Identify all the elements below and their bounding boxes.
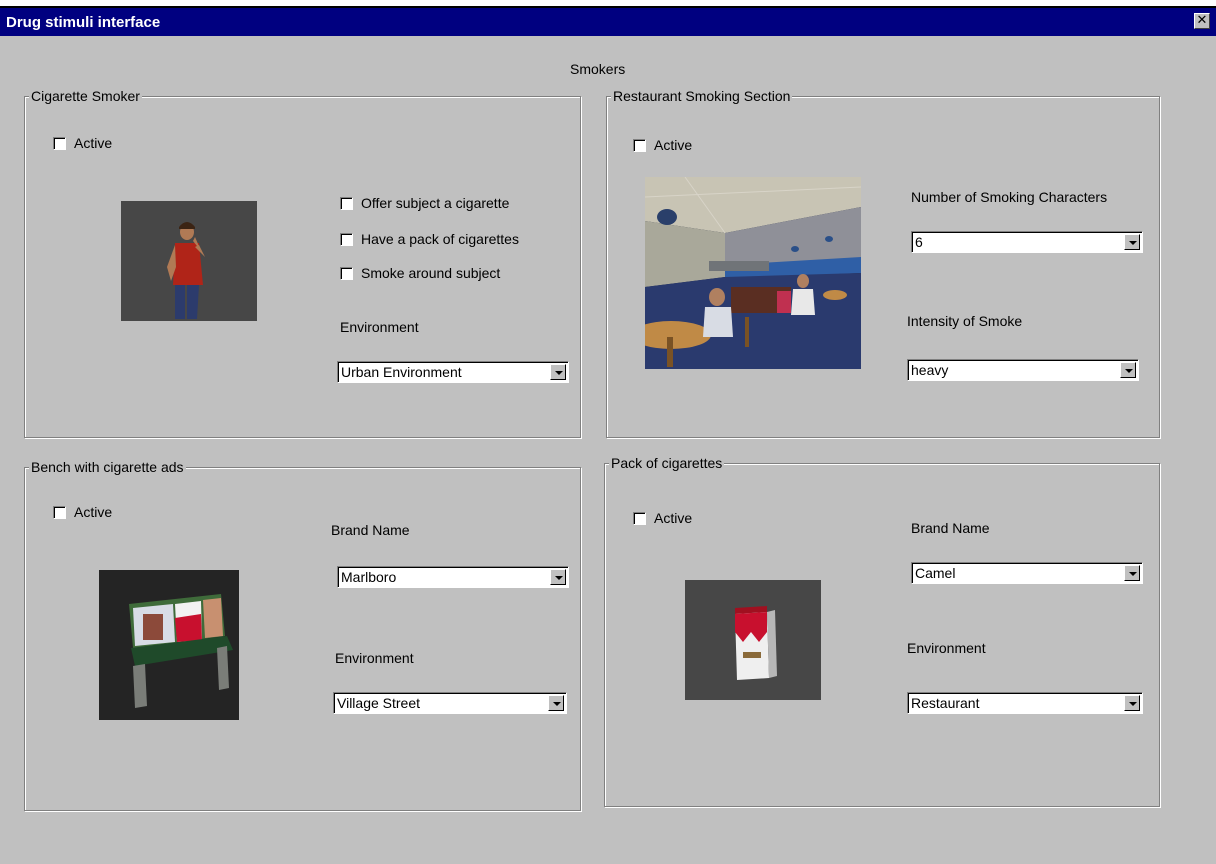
select-value: Camel (915, 565, 956, 581)
checkbox-box[interactable] (340, 266, 353, 280)
checkbox-label: Active (74, 504, 113, 520)
checkbox-box[interactable] (340, 196, 353, 210)
cigarette-smoker-group: Cigarette Smoker Active Offer subject a … (24, 88, 581, 438)
select-value: 6 (915, 234, 923, 250)
bench-active-checkbox[interactable]: Active (53, 504, 112, 520)
checkbox-label: Active (654, 137, 693, 153)
restaurant-smoking-group: Restaurant Smoking Section Active Number… (606, 88, 1160, 438)
group-legend: Bench with cigarette ads (29, 459, 186, 475)
section-heading: Smokers (570, 61, 626, 77)
num-characters-label: Number of Smoking Characters (911, 189, 1108, 205)
brand-name-label: Brand Name (331, 522, 410, 538)
select-value: Urban Environment (341, 364, 462, 380)
dropdown-arrow-icon[interactable] (548, 695, 564, 711)
cigarette-smoker-active-checkbox[interactable]: Active (53, 135, 112, 151)
dropdown-arrow-icon[interactable] (550, 364, 566, 380)
offer-cigarette-checkbox[interactable]: Offer subject a cigarette (340, 195, 509, 211)
select-value: heavy (911, 362, 949, 378)
select-value: Marlboro (341, 569, 397, 585)
dropdown-arrow-icon[interactable] (550, 569, 566, 585)
smoker-character-image (121, 201, 257, 321)
intensity-select[interactable]: heavy (907, 359, 1139, 381)
pack-active-checkbox[interactable]: Active (633, 510, 692, 526)
select-value: Village Street (337, 695, 421, 711)
checkbox-label: Active (654, 510, 693, 526)
checkbox-label: Smoke around subject (361, 265, 501, 281)
brand-name-select[interactable]: Marlboro (337, 566, 569, 588)
have-pack-checkbox[interactable]: Have a pack of cigarettes (340, 231, 519, 247)
restaurant-active-checkbox[interactable]: Active (633, 137, 692, 153)
environment-label: Environment (340, 319, 419, 335)
window-title: Drug stimuli interface (6, 14, 161, 31)
environment-select[interactable]: Urban Environment (337, 361, 569, 383)
brand-name-label: Brand Name (911, 520, 990, 536)
dropdown-arrow-icon[interactable] (1124, 234, 1140, 250)
environment-select[interactable]: Village Street (333, 692, 567, 714)
restaurant-scene-image (645, 177, 861, 369)
environment-label: Environment (907, 640, 986, 656)
cigarette-pack-image (685, 580, 821, 700)
checkbox-label: Offer subject a cigarette (361, 195, 510, 211)
checkbox-box[interactable] (53, 136, 66, 150)
dropdown-arrow-icon[interactable] (1120, 362, 1136, 378)
group-legend: Restaurant Smoking Section (611, 88, 793, 104)
environment-label: Environment (335, 650, 414, 666)
environment-select[interactable]: Restaurant (907, 692, 1143, 714)
checkbox-box[interactable] (340, 232, 353, 246)
checkbox-box[interactable] (53, 505, 66, 519)
drug-stimuli-window: Drug stimuli interface ✕ Smokers Cigaret… (0, 6, 1216, 864)
brand-name-select[interactable]: Camel (911, 562, 1143, 584)
dropdown-arrow-icon[interactable] (1124, 695, 1140, 711)
num-characters-select[interactable]: 6 (911, 231, 1143, 253)
group-legend: Cigarette Smoker (29, 88, 142, 104)
group-legend: Pack of cigarettes (609, 455, 725, 471)
pack-of-cigarettes-group: Pack of cigarettes Active Brand Name Cam… (604, 455, 1160, 807)
close-button[interactable]: ✕ (1194, 13, 1210, 29)
checkbox-box[interactable] (633, 511, 646, 525)
title-bar[interactable]: Drug stimuli interface ✕ (0, 8, 1216, 36)
bench-ad-image (99, 570, 239, 720)
checkbox-label: Have a pack of cigarettes (361, 231, 519, 247)
checkbox-box[interactable] (633, 138, 646, 152)
select-value: Restaurant (911, 695, 980, 711)
bench-ads-group: Bench with cigarette ads Active Brand Na… (24, 459, 581, 811)
intensity-label: Intensity of Smoke (907, 313, 1023, 329)
checkbox-label: Active (74, 135, 113, 151)
dropdown-arrow-icon[interactable] (1124, 565, 1140, 581)
smoke-around-checkbox[interactable]: Smoke around subject (340, 265, 500, 281)
